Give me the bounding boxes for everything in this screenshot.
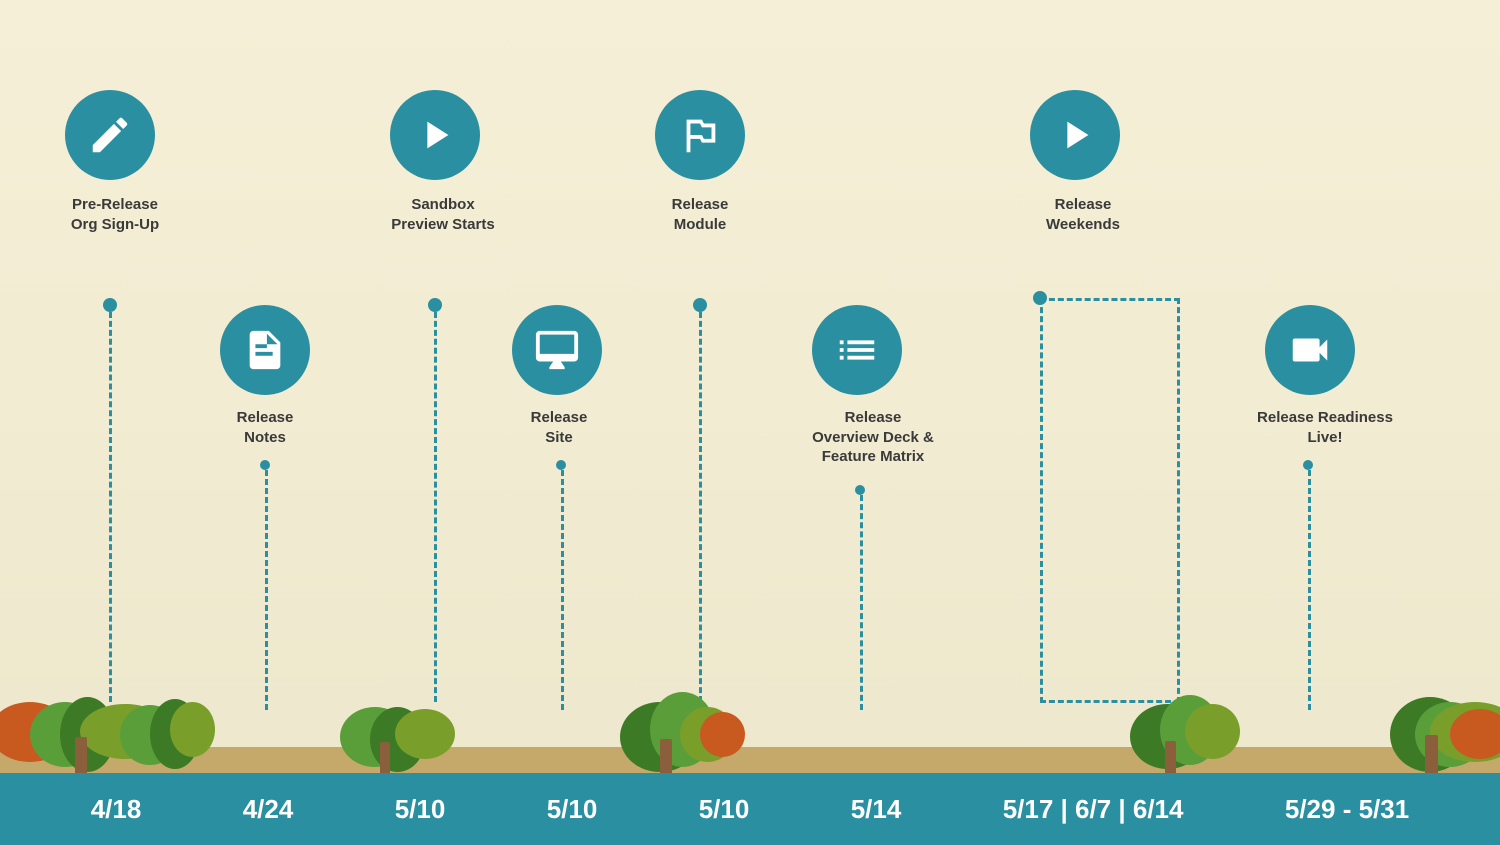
release-weekends-icon [1030, 90, 1120, 180]
release-weekends-dot [1033, 291, 1047, 305]
release-site-icon [512, 305, 602, 395]
release-module-line [699, 312, 702, 702]
sandbox-preview-icon [390, 90, 480, 180]
date-510c: 5/10 [699, 794, 750, 825]
release-weekends-rect [1040, 298, 1180, 703]
release-module-icon [655, 90, 745, 180]
pre-release-line [109, 312, 112, 702]
release-overview-icon [812, 305, 902, 395]
release-module-dot [693, 298, 707, 312]
release-notes-label: ReleaseNotes [205, 408, 325, 447]
date-418: 4/18 [91, 794, 142, 825]
date-weekends: 5/17 | 6/7 | 6/14 [1003, 794, 1184, 825]
date-424: 4/24 [243, 794, 294, 825]
sandbox-preview-dot [428, 298, 442, 312]
sandbox-preview-line [434, 312, 437, 702]
release-notes-icon [220, 305, 310, 395]
bottom-bar: 4/18 4/24 5/10 5/10 5/10 5/14 5/17 | 6/7… [0, 773, 1500, 845]
sandbox-preview-label: SandboxPreview Starts [368, 195, 518, 234]
release-notes-dot [260, 460, 270, 470]
pre-release-icon [65, 90, 155, 180]
pre-release-dot [103, 298, 117, 312]
release-overview-dot [855, 485, 865, 495]
pre-release-label: Pre-ReleaseOrg Sign-Up [45, 195, 185, 234]
release-module-label: ReleaseModule [640, 195, 760, 234]
release-readiness-icon [1265, 305, 1355, 395]
date-510a: 5/10 [395, 794, 446, 825]
release-weekends-label: ReleaseWeekends [1018, 195, 1148, 234]
scenery [0, 647, 1500, 777]
date-510b: 5/10 [547, 794, 598, 825]
release-site-dot [556, 460, 566, 470]
release-overview-label: ReleaseOverview Deck &Feature Matrix [793, 408, 953, 467]
date-514: 5/14 [851, 794, 902, 825]
release-site-label: ReleaseSite [504, 408, 614, 447]
date-readiness: 5/29 - 5/31 [1285, 794, 1409, 825]
release-readiness-dot [1303, 460, 1313, 470]
release-readiness-label: Release ReadinessLive! [1240, 408, 1410, 447]
